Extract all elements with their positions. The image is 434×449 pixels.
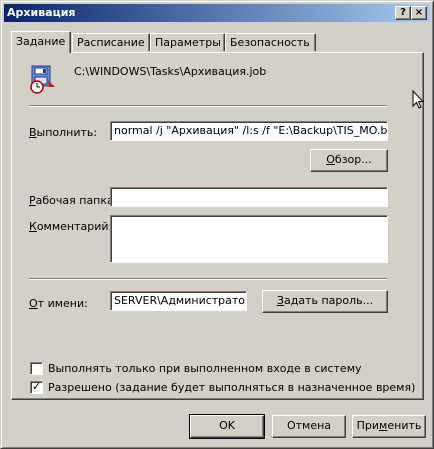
workdir-label: Рабочая папка:: [29, 194, 118, 207]
ok-button[interactable]: OK: [189, 414, 265, 439]
tab-security[interactable]: Безопасность: [225, 33, 316, 51]
run-command-input[interactable]: normal /j "Архивация" /l:s /f "E:\Backup…: [110, 121, 388, 141]
dialog-window: Архивация ? × Задание Расписание Парамет…: [0, 0, 434, 449]
runas-label: От имени:: [29, 297, 88, 310]
enabled-checkbox[interactable]: ✓: [30, 381, 43, 394]
help-button[interactable]: ?: [395, 6, 411, 20]
scheduled-task-icon: [28, 63, 58, 95]
comment-label: Комментарий:: [29, 220, 113, 233]
cancel-button[interactable]: Отмена: [272, 415, 346, 438]
browse-button[interactable]: Обзор...: [310, 149, 388, 172]
logged-on-label: Выполнять только при выполненном входе в…: [48, 362, 362, 375]
logged-on-checkbox[interactable]: [30, 362, 43, 375]
enabled-label: Разрешено (задание будет выполняться в н…: [48, 381, 416, 394]
separator: [29, 105, 387, 107]
task-path: C:\WINDOWS\Tasks\Архивация.job: [74, 65, 267, 78]
run-label: Выполнить:: [29, 126, 98, 139]
title-bar[interactable]: Архивация ? ×: [4, 4, 430, 22]
set-password-button[interactable]: Задать пароль...: [262, 290, 388, 313]
working-folder-input[interactable]: [110, 187, 388, 207]
comment-textarea[interactable]: [110, 215, 388, 263]
separator: [29, 278, 387, 280]
window-title: Архивация: [7, 6, 76, 19]
mouse-cursor-icon: [412, 89, 425, 113]
tab-schedule[interactable]: Расписание: [72, 33, 150, 51]
close-button[interactable]: ×: [411, 6, 427, 20]
runas-user-input[interactable]: SERVER\Администратор: [110, 291, 247, 311]
tab-task[interactable]: Задание: [11, 31, 71, 53]
apply-button[interactable]: Применить: [352, 415, 426, 438]
tab-settings[interactable]: Параметры: [150, 33, 225, 51]
